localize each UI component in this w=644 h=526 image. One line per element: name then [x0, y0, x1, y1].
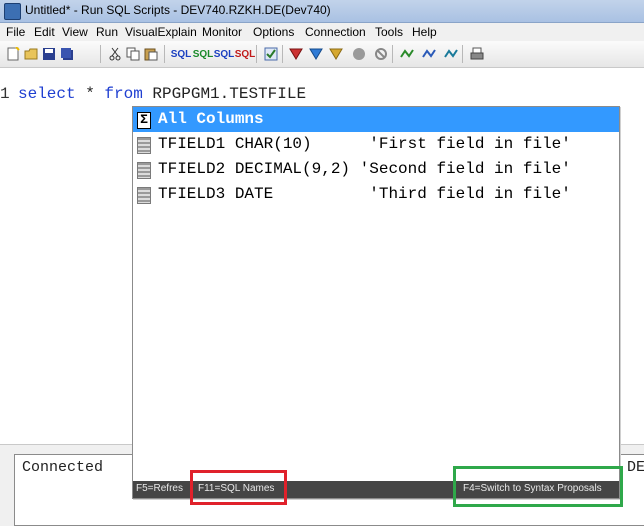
paste-icon[interactable] [142, 45, 160, 63]
copy-icon[interactable] [124, 45, 142, 63]
cancel-icon[interactable] [372, 45, 390, 63]
explain-run-icon[interactable] [307, 45, 325, 63]
footer-refresh: F5=Refres [136, 483, 183, 494]
print-icon[interactable] [468, 45, 486, 63]
window-title: Untitled* - Run SQL Scripts - DEV740.RZK… [25, 3, 331, 17]
toolbar-separator [256, 45, 257, 63]
menu-tools[interactable]: Tools [375, 25, 403, 39]
toolbar-separator [100, 45, 101, 63]
menu-monitor[interactable]: Monitor [202, 25, 242, 39]
sql-stop-icon[interactable]: SQL [235, 45, 256, 63]
sql-run-from-icon[interactable]: SQL [193, 45, 214, 63]
menu-help[interactable]: Help [412, 25, 437, 39]
sigma-icon: Σ [137, 112, 151, 129]
highlight-green-box [453, 466, 623, 507]
content-assist-popup: Σ All Columns TFIELD1 CHAR(10) 'First fi… [132, 106, 620, 499]
menu-edit[interactable]: Edit [34, 25, 55, 39]
status-text: Connected [22, 459, 104, 476]
proposal-label: TFIELD3 DATE 'Third field in file' [158, 185, 571, 203]
monitor-start-icon[interactable] [398, 45, 416, 63]
table-name: RPGPGM1.TESTFILE [142, 85, 307, 103]
menu-options[interactable]: Options [253, 25, 294, 39]
column-icon [137, 137, 151, 154]
toolbar-separator [164, 45, 165, 63]
keyword-from: from [104, 85, 143, 103]
save-icon[interactable] [40, 45, 58, 63]
column-icon [137, 162, 151, 179]
cut-icon[interactable] [106, 45, 124, 63]
toolbar-separator [282, 45, 283, 63]
menu-run[interactable]: Run [96, 25, 118, 39]
sql-run-all-icon[interactable]: SQL [171, 45, 192, 63]
open-icon[interactable] [22, 45, 40, 63]
toolbar-separator [392, 45, 393, 63]
app-icon [4, 3, 21, 20]
proposal-all-columns[interactable]: Σ All Columns [133, 107, 619, 132]
proposal-label: TFIELD1 CHAR(10) 'First field in file' [158, 135, 571, 153]
proposal-column[interactable]: TFIELD3 DATE 'Third field in file' [133, 182, 619, 207]
line-number: 1 [0, 85, 10, 103]
status-right-text: DE [627, 459, 644, 476]
menu-bar: File Edit View Run VisualExplain Monitor… [0, 23, 644, 41]
keyword-select: select [18, 85, 76, 103]
explain-icon[interactable] [287, 45, 305, 63]
column-icon [137, 187, 151, 204]
new-script-icon[interactable] [4, 45, 22, 63]
sql-run-selected-icon[interactable]: SQL [214, 45, 235, 63]
proposal-column[interactable]: TFIELD1 CHAR(10) 'First field in file' [133, 132, 619, 157]
stop-icon[interactable] [350, 45, 368, 63]
proposal-label: All Columns [158, 110, 264, 128]
monitor-stop-icon[interactable] [420, 45, 438, 63]
explain-visual-icon[interactable] [327, 45, 345, 63]
menu-connection[interactable]: Connection [305, 25, 366, 39]
sql-check-icon[interactable] [262, 45, 280, 63]
sql-statement: select * from RPGPGM1.TESTFILE [18, 85, 306, 103]
menu-visualexplain[interactable]: VisualExplain [125, 25, 197, 39]
highlight-red-box [190, 470, 287, 505]
proposal-column[interactable]: TFIELD2 DECIMAL(9,2) 'Second field in fi… [133, 157, 619, 182]
star-token: * [75, 85, 105, 103]
save-all-icon[interactable] [58, 45, 76, 63]
menu-view[interactable]: View [62, 25, 88, 39]
menu-file[interactable]: File [6, 25, 25, 39]
toolbar: SQL SQL SQL SQL [0, 41, 644, 68]
title-bar: Untitled* - Run SQL Scripts - DEV740.RZK… [0, 0, 644, 23]
monitor-view-icon[interactable] [442, 45, 460, 63]
toolbar-separator [462, 45, 463, 63]
proposal-label: TFIELD2 DECIMAL(9,2) 'Second field in fi… [158, 160, 571, 178]
